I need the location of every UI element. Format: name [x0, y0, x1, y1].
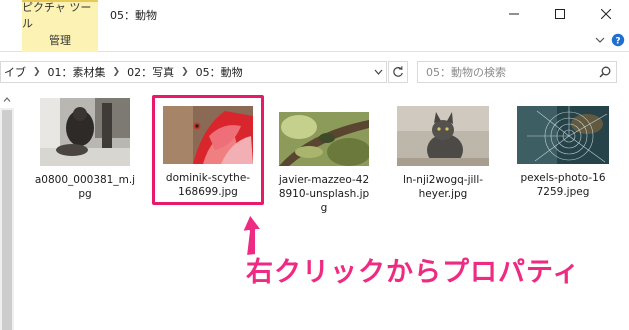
breadcrumb-folder-3[interactable]: 05：動物: [193, 64, 246, 80]
ribbon-expand-button[interactable]: [593, 33, 607, 47]
picture-tools-tab[interactable]: ピクチャ ツール: [22, 0, 98, 30]
help-icon: ?: [611, 33, 625, 47]
file-thumbnail: [279, 112, 369, 166]
address-history-button[interactable]: [370, 62, 386, 82]
highlight-box: [152, 95, 264, 205]
refresh-button[interactable]: [388, 61, 408, 83]
svg-text:?: ?: [615, 37, 620, 47]
file-name-line: javier-mazzeo-42: [278, 174, 370, 186]
file-name-line: heyer.jpg: [418, 188, 468, 200]
window-title: 05：動物: [110, 9, 157, 22]
address-bar[interactable]: イブ ❯ 01：素材集 ❯ 02：写真 ❯ 05：動物: [0, 61, 387, 83]
file-name-line: ln-nji2wogq-jill-: [402, 174, 484, 186]
file-item[interactable]: javier-mazzeo-42 8910-unsplash.jp g: [273, 112, 375, 215]
file-name[interactable]: javier-mazzeo-42 8910-unsplash.jp g: [273, 173, 375, 215]
file-thumbnail: [517, 106, 609, 164]
close-icon: [601, 9, 611, 19]
file-name[interactable]: a0800_000381_m.j pg: [34, 173, 136, 201]
close-button[interactable]: [583, 0, 629, 28]
file-item[interactable]: pexels-photo-16 7259.jpeg: [512, 106, 614, 199]
file-name[interactable]: ln-nji2wogq-jill- heyer.jpg: [392, 173, 494, 201]
file-name-line: 7259.jpeg: [536, 186, 590, 198]
scrollbar-thumb[interactable]: [2, 110, 12, 330]
help-button[interactable]: ?: [611, 33, 625, 47]
breadcrumb-drive[interactable]: イブ: [1, 64, 29, 80]
file-name-line: a0800_000381_m.j: [34, 174, 136, 186]
navigation-bar: イブ ❯ 01：素材集 ❯ 02：写真 ❯ 05：動物: [0, 58, 629, 86]
file-name[interactable]: pexels-photo-16 7259.jpeg: [512, 171, 614, 199]
chevron-down-icon: [595, 37, 605, 43]
maximize-button[interactable]: [537, 0, 583, 28]
minimize-icon: [509, 13, 519, 15]
file-thumbnail: [397, 106, 489, 166]
tab-manage-label: 管理: [49, 34, 71, 47]
annotation-text: 右クリックからプロパティ: [246, 257, 581, 288]
title-bar: ピクチャ ツール 05：動物: [0, 0, 629, 30]
search-box[interactable]: [417, 61, 617, 83]
file-item[interactable]: a0800_000381_m.j pg: [34, 98, 136, 201]
ribbon-tab-row: 管理 ?: [0, 28, 629, 52]
minimize-button[interactable]: [491, 0, 537, 28]
file-item[interactable]: ln-nji2wogq-jill- heyer.jpg: [392, 106, 494, 201]
breadcrumb-folder-2[interactable]: 02：写真: [124, 64, 177, 80]
chevron-right-icon[interactable]: ❯: [109, 67, 125, 77]
refresh-icon: [393, 66, 403, 77]
picture-tools-label: ピクチャ ツール: [22, 1, 92, 30]
chevron-right-icon[interactable]: ❯: [29, 67, 45, 77]
search-icon[interactable]: [599, 66, 611, 78]
file-name-line: pexels-photo-16: [520, 172, 606, 184]
file-thumbnail: [40, 98, 130, 166]
chevron-right-icon[interactable]: ❯: [177, 67, 193, 77]
file-name-line: 8910-unsplash.jp: [278, 188, 370, 200]
chevron-up-icon: [3, 96, 11, 102]
breadcrumb-folder-1[interactable]: 01：素材集: [45, 64, 109, 80]
tab-manage[interactable]: 管理: [22, 28, 98, 52]
search-input[interactable]: [418, 62, 593, 82]
scroll-up-button[interactable]: [0, 92, 14, 106]
chevron-down-icon: [374, 69, 383, 75]
file-name-line: pg: [78, 188, 92, 200]
maximize-icon: [555, 9, 565, 19]
file-name-line: g: [320, 202, 328, 214]
